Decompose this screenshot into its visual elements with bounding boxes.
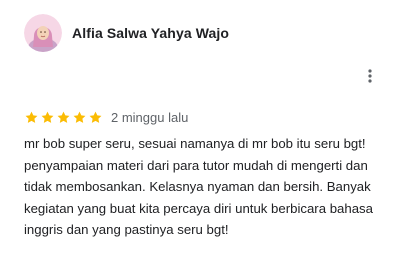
- review-header: Alfia Salwa Yahya Wajo: [24, 14, 229, 52]
- avatar[interactable]: [24, 14, 62, 52]
- more-options-button[interactable]: [360, 66, 380, 86]
- reviewer-name[interactable]: Alfia Salwa Yahya Wajo: [72, 25, 229, 41]
- rating-row: 2 minggu lalu: [24, 108, 188, 126]
- review-text: mr bob super seru, sesuai namanya di mr …: [24, 136, 373, 237]
- star-icon: [73, 111, 86, 123]
- star-icon: [57, 111, 70, 123]
- more-vert-icon: [368, 69, 372, 83]
- review-date: 2 minggu lalu: [111, 109, 189, 125]
- star-icon: [89, 111, 102, 123]
- review-card: Alfia Salwa Yahya Wajo 2 minggu lalu mr …: [0, 0, 400, 270]
- star-icon: [25, 111, 38, 123]
- star-rating: [24, 110, 104, 125]
- star-icon: [41, 111, 54, 123]
